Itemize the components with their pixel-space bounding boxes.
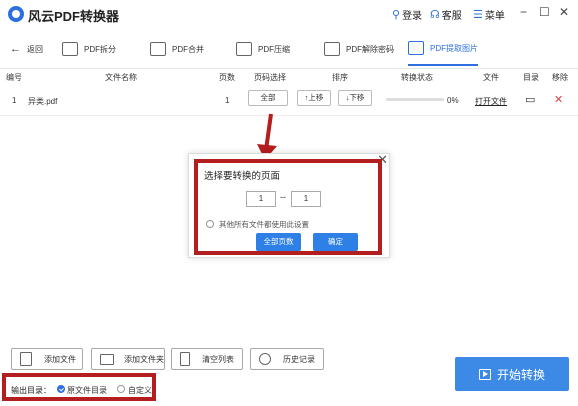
maximize-button[interactable]: ☐ (539, 5, 550, 19)
back-label: 返回 (27, 44, 43, 54)
divider (0, 68, 578, 69)
tab-pdf-merge[interactable]: PDF合并 (150, 32, 204, 66)
add-file-button[interactable]: 添加文件 (11, 348, 83, 370)
open-file-link[interactable]: 打开文件 (475, 96, 507, 107)
remove-icon[interactable]: ✕ (554, 93, 563, 106)
login-button[interactable]: ⚲ 登录 (392, 7, 422, 22)
tab-label: PDF解除密码 (346, 44, 394, 54)
folder-add-icon (100, 353, 114, 365)
tab-pdf-split[interactable]: PDF拆分 (62, 32, 116, 66)
close-button[interactable]: ✕ (559, 5, 569, 19)
source-dir-radio[interactable] (57, 385, 65, 393)
custom-dir-radio[interactable] (117, 385, 125, 393)
row-pages: 1 (225, 96, 230, 105)
clear-list-button[interactable]: 清空列表 (171, 348, 243, 370)
tool-tabs: ← 返回 PDF拆分 PDF合并 PDF压缩 PDF解除密码 PDF提取图片 (0, 32, 578, 66)
row-status: 0% (447, 96, 459, 105)
service-label: 客服 (441, 11, 462, 22)
merge-icon (150, 42, 166, 56)
col-page-select: 页码选择 (254, 73, 286, 82)
image-extract-icon (408, 41, 424, 55)
clear-list-label: 清空列表 (202, 354, 234, 364)
menu-label: 菜单 (484, 11, 505, 22)
col-file: 文件 (483, 73, 499, 82)
user-icon: ⚲ (392, 9, 401, 21)
back-button[interactable]: ← 返回 (10, 32, 43, 66)
tab-label: PDF提取图片 (430, 43, 478, 53)
arrow-left-icon: ← (10, 43, 21, 55)
minimize-button[interactable]: − (520, 5, 527, 19)
start-label: 开始转换 (496, 367, 545, 382)
page-select-button[interactable]: 全部 (248, 90, 288, 106)
move-up-button[interactable]: ↑上移 (297, 90, 331, 106)
add-folder-label: 添加文件夹 (124, 354, 164, 364)
app-title: 风云PDF转换器 (28, 9, 120, 24)
annotation-box (194, 159, 382, 255)
menu-icon: ☰ (473, 9, 483, 21)
table-row: 1 异类.pdf 1 全部 ↑上移 ↓下移 0% 打开文件 ▭ ✕ (0, 90, 578, 110)
col-folder: 目录 (523, 73, 539, 82)
table-header: 编号 文件名称 页数 页码选择 排序 转换状态 文件 目录 移除 (0, 70, 578, 84)
source-dir-label: 原文件目录 (67, 386, 107, 395)
add-folder-button[interactable]: 添加文件夹 (91, 348, 165, 370)
move-down-button[interactable]: ↓下移 (338, 90, 372, 106)
add-file-label: 添加文件 (44, 354, 76, 364)
col-index: 编号 (6, 73, 22, 82)
tab-pdf-compress[interactable]: PDF压缩 (236, 32, 290, 66)
file-add-icon (20, 352, 32, 366)
tab-label: PDF压缩 (258, 44, 290, 54)
unlock-icon (324, 42, 340, 56)
row-index: 1 (12, 96, 17, 105)
tab-pdf-extract-images[interactable]: PDF提取图片 (408, 32, 478, 66)
trash-icon (180, 352, 190, 366)
history-button[interactable]: 历史记录 (250, 348, 324, 370)
tab-label: PDF合并 (172, 44, 204, 54)
app-logo-icon (8, 6, 24, 22)
progress-bar (386, 98, 444, 101)
col-remove: 移除 (552, 73, 568, 82)
tab-label: PDF拆分 (84, 44, 116, 54)
history-label: 历史记录 (283, 354, 315, 364)
custom-dir-label: 自定义 (128, 386, 152, 395)
col-status: 转换状态 (401, 73, 433, 82)
split-icon (62, 42, 78, 56)
row-divider (0, 115, 578, 116)
login-label: 登录 (402, 11, 423, 22)
output-label: 输出目录： (11, 386, 51, 395)
menu-button[interactable]: ☰ 菜单 (473, 7, 505, 22)
col-filename: 文件名称 (105, 73, 137, 82)
col-pages: 页数 (219, 73, 235, 82)
compress-icon (236, 42, 252, 56)
title-bar: 风云PDF转换器 ⚲ 登录 ☊ 客服 ☰ 菜单 − ☐ ✕ (0, 0, 578, 28)
folder-icon[interactable]: ▭ (525, 93, 535, 106)
row-filename: 异类.pdf (28, 97, 58, 106)
service-button[interactable]: ☊ 客服 (430, 7, 462, 22)
play-icon (478, 368, 491, 380)
headset-icon: ☊ (430, 9, 440, 21)
col-order: 排序 (332, 73, 348, 82)
start-convert-button[interactable]: 开始转换 (455, 357, 569, 391)
clock-icon (259, 353, 271, 365)
tab-pdf-unlock[interactable]: PDF解除密码 (324, 32, 394, 66)
